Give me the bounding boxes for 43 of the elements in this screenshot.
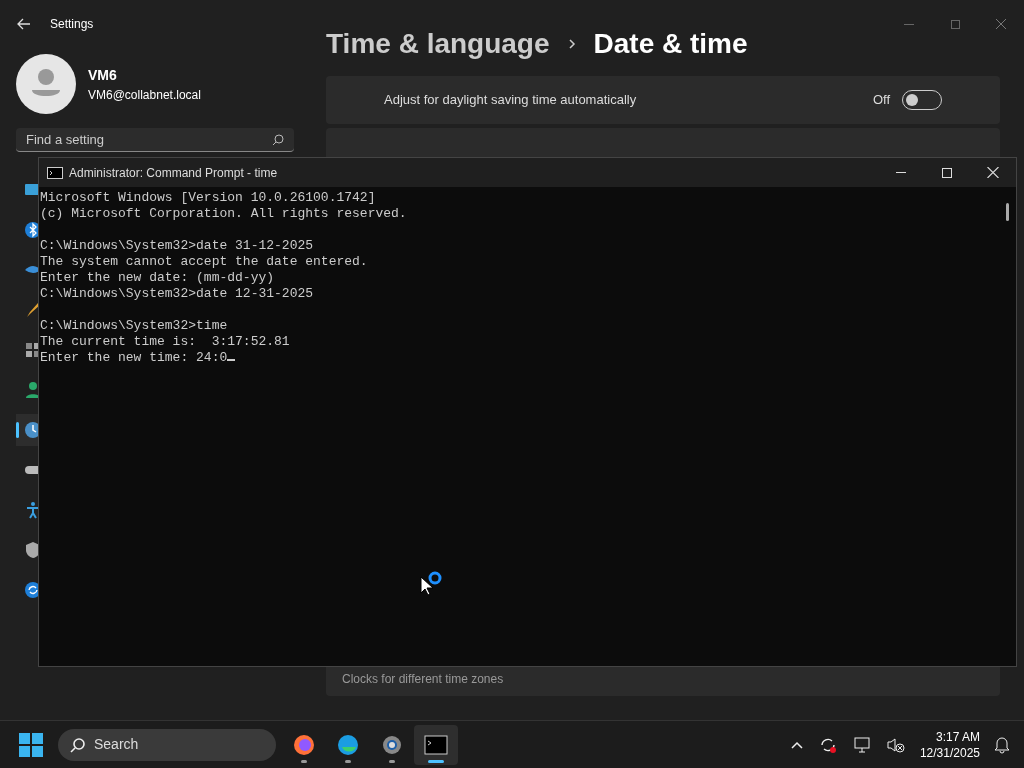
terminal-icon <box>424 732 448 757</box>
update-icon <box>23 581 38 599</box>
search-label: Search <box>94 735 139 754</box>
user-name: VM6 <box>88 65 118 85</box>
search-icon <box>70 736 86 753</box>
console-line: (c) Microsoft Corporation. All rights reserved. <box>40 206 407 221</box>
taskbar-search[interactable]: Search <box>58 728 276 761</box>
console-line: Enter the new date: (mm-dd-yy) <box>40 270 275 285</box>
toggle-state: Off <box>872 91 890 110</box>
console-icon <box>47 166 63 179</box>
apps-icon <box>23 341 38 359</box>
volume-muted-icon[interactable] <box>885 735 906 754</box>
back-icon[interactable] <box>16 16 32 32</box>
edge-icon <box>336 732 360 757</box>
console-line: C:\Windows\System32>time <box>40 318 228 333</box>
start-icon[interactable] <box>18 731 44 758</box>
taskbar-app[interactable] <box>414 724 458 765</box>
console-line: Microsoft Windows [Version 10.0.26100.1742] <box>40 190 376 205</box>
setting-label: Clocks for different time zones <box>342 671 504 688</box>
firefox-icon <box>292 732 316 757</box>
breadcrumb-link[interactable]: Time & language <box>326 23 550 65</box>
setting-label: Adjust for daylight saving time automatically <box>384 91 637 110</box>
time-icon <box>23 421 38 439</box>
nav-item[interactable] <box>16 414 38 446</box>
clock-date[interactable]: 12/31/2025 <box>919 744 980 761</box>
page-title: Date & time <box>593 27 748 61</box>
search-field[interactable]: Find a setting <box>16 128 294 152</box>
clock-time[interactable]: 3:17 AM <box>935 728 980 745</box>
avatar-icon <box>16 54 76 114</box>
notification-bell-icon[interactable] <box>994 735 1010 754</box>
console-line: C:\Windows\System32>date 12-31-2025 <box>40 286 314 301</box>
user-email: VM6@collabnet.local <box>88 86 201 104</box>
window-title: Settings <box>50 16 94 33</box>
search-icon <box>272 134 284 146</box>
privacy-icon <box>23 541 38 559</box>
console-line: The system cannot accept the date entered. <box>40 254 368 269</box>
busy-cursor-icon <box>420 570 444 598</box>
console-line: Enter the new time: 24:0 <box>40 350 228 365</box>
console-line: C:\Windows\System32>date 31-12-2025 <box>40 238 314 253</box>
console-line: The current time is: 3:17:52.81 <box>40 334 290 349</box>
text-cursor <box>227 359 236 361</box>
console-title: Administrator: Command Prompt - time <box>69 164 278 182</box>
accounts-icon <box>23 381 38 399</box>
